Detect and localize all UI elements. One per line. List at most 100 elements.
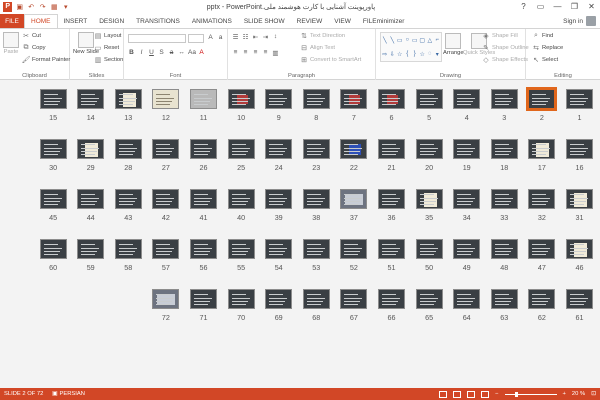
slide-thumbnail[interactable] xyxy=(490,139,518,159)
oval-shape-icon[interactable]: ○ xyxy=(405,37,409,43)
tab-review[interactable]: REVIEW xyxy=(291,14,329,28)
reset-button[interactable]: ▭ Reset xyxy=(94,44,119,52)
slide-thumbnail[interactable] xyxy=(378,139,405,159)
slide-thumbnail[interactable] xyxy=(453,139,481,159)
callout-shape-icon[interactable]: ◌ xyxy=(428,51,432,57)
format-painter-button[interactable]: 🖌 Format Painter xyxy=(22,56,71,64)
slide-thumbnail[interactable] xyxy=(490,189,518,209)
tab-animations[interactable]: ANIMATIONS xyxy=(186,14,238,28)
slide-thumbnail[interactable] xyxy=(77,189,105,209)
slide-thumbnail[interactable] xyxy=(453,289,481,309)
font-name-box[interactable] xyxy=(128,34,186,43)
arrow-shape-icon[interactable]: ⇩ xyxy=(390,51,395,58)
increase-indent-icon[interactable]: ⇥ xyxy=(262,33,269,41)
slide-thumbnail[interactable] xyxy=(190,189,217,209)
slide-thumbnail[interactable] xyxy=(526,87,558,111)
line-shape-icon[interactable]: ╲ xyxy=(383,37,387,44)
text-direction-button[interactable]: ⇅ Text Direction xyxy=(300,32,345,40)
shrink-font-icon[interactable]: a xyxy=(217,34,224,41)
language-indicator[interactable]: ▣ PERSIAN xyxy=(52,391,85,397)
slide-thumbnail[interactable] xyxy=(340,189,368,209)
slide-thumbnail[interactable] xyxy=(114,189,142,209)
close-button[interactable]: ✕ xyxy=(583,0,600,13)
find-button[interactable]: ⌕ Find xyxy=(532,32,553,40)
slide-thumbnail[interactable] xyxy=(77,89,105,109)
rectangle-shape-icon[interactable]: ▭ xyxy=(397,37,403,44)
slide-thumbnail[interactable] xyxy=(302,289,330,309)
slide-thumbnail[interactable] xyxy=(453,189,481,209)
slide-thumbnail[interactable] xyxy=(265,89,293,109)
brace-shape-icon[interactable]: { xyxy=(406,51,408,57)
slide-thumbnail[interactable] xyxy=(114,139,142,159)
replace-button[interactable]: ⇆ Replace xyxy=(532,44,563,52)
redo-icon[interactable]: ↷ xyxy=(38,2,47,11)
tab-file[interactable]: FILE xyxy=(0,14,24,28)
shadow-icon[interactable]: S xyxy=(158,49,165,56)
slide-thumbnail[interactable] xyxy=(340,89,368,109)
start-slideshow-icon[interactable]: ▦ xyxy=(50,2,59,11)
slide-thumbnail[interactable] xyxy=(114,89,142,109)
strikethrough-icon[interactable]: a xyxy=(168,49,175,56)
zoom-out-button[interactable]: − xyxy=(495,391,498,397)
slide-thumbnail[interactable] xyxy=(453,89,481,109)
justify-icon[interactable]: ≡ xyxy=(262,49,269,57)
shapes-gallery[interactable]: ╲ ╲ ▭ ○ ▭ ▢ △ ⌐ ⇨ ⇩ ☆{} ☆ ◌ ▾ xyxy=(380,32,442,62)
slide-thumbnail[interactable] xyxy=(77,139,105,159)
shape-outline-button[interactable]: ✎ Shape Outline xyxy=(482,44,529,52)
slide-thumbnail[interactable] xyxy=(566,139,593,159)
paste-button[interactable]: Paste xyxy=(3,32,19,55)
italic-icon[interactable]: I xyxy=(138,49,145,56)
align-right-icon[interactable]: ≡ xyxy=(252,49,259,57)
slide-thumbnail[interactable] xyxy=(378,239,405,259)
decrease-indent-icon[interactable]: ⇤ xyxy=(252,33,259,41)
slide-thumbnail[interactable] xyxy=(152,89,180,109)
slide-thumbnail[interactable] xyxy=(528,239,556,259)
change-case-icon[interactable]: Aa xyxy=(188,49,196,56)
layout-button[interactable]: ▤ Layout xyxy=(94,32,122,40)
slide-thumbnail[interactable] xyxy=(227,139,255,159)
shape-effects-button[interactable]: ◇ Shape Effects xyxy=(482,56,528,64)
copy-button[interactable]: ⧉ Copy xyxy=(22,44,46,52)
slide-thumbnail[interactable] xyxy=(415,139,443,159)
slide-thumbnail[interactable] xyxy=(152,289,180,309)
sign-in[interactable]: Sign in xyxy=(563,14,600,28)
slide-thumbnail[interactable] xyxy=(378,89,405,109)
slide-thumbnail[interactable] xyxy=(227,89,255,109)
slide-thumbnail[interactable] xyxy=(453,239,481,259)
tab-slide-show[interactable]: SLIDE SHOW xyxy=(238,14,291,28)
rectangle-shape-icon[interactable]: ▭ xyxy=(412,37,418,44)
slide-thumbnail[interactable] xyxy=(415,289,443,309)
char-spacing-icon[interactable]: ↔ xyxy=(178,49,185,56)
slide-thumbnail[interactable] xyxy=(227,239,255,259)
slide-thumbnail[interactable] xyxy=(190,239,217,259)
slide-thumbnail[interactable] xyxy=(340,239,368,259)
slide-thumbnail[interactable] xyxy=(566,89,593,109)
arrow-shape-icon[interactable]: ⌐ xyxy=(435,37,439,43)
star-shape-icon[interactable]: ☆ xyxy=(420,51,425,58)
slide-sorter[interactable]: 1 2 3 4 5 6 7 8 9 10 11 12 13 14 15 16 17 18 19 20 21 22 23 24 2… xyxy=(0,81,600,387)
slide-thumbnail[interactable] xyxy=(528,289,556,309)
slide-thumbnail[interactable] xyxy=(566,189,593,209)
slide-thumbnail[interactable] xyxy=(302,89,330,109)
convert-smartart-button[interactable]: ⊞ Convert to SmartArt xyxy=(300,56,361,64)
slide-thumbnail[interactable] xyxy=(77,239,105,259)
slide-thumbnail[interactable] xyxy=(265,189,293,209)
cut-button[interactable]: ✂ Cut xyxy=(22,32,41,40)
rounded-rect-shape-icon[interactable]: ▢ xyxy=(419,37,425,44)
zoom-slider[interactable] xyxy=(504,391,557,397)
brace-shape-icon[interactable]: } xyxy=(414,51,416,57)
slide-thumbnail[interactable] xyxy=(302,189,330,209)
slide-thumbnail[interactable] xyxy=(39,139,67,159)
font-color-icon[interactable]: A xyxy=(198,49,205,56)
tab-home[interactable]: HOME xyxy=(24,14,58,28)
arrange-button[interactable]: Arrange xyxy=(443,33,464,56)
minimize-button[interactable]: — xyxy=(549,0,566,13)
tab-design[interactable]: DESIGN xyxy=(93,14,130,28)
slide-thumbnail[interactable] xyxy=(39,89,67,109)
zoom-in-button[interactable]: + xyxy=(563,391,566,397)
triangle-shape-icon[interactable]: △ xyxy=(427,37,432,44)
line-shape-icon[interactable]: ╲ xyxy=(390,37,394,44)
undo-icon[interactable]: ↶ xyxy=(27,2,36,11)
slide-thumbnail[interactable] xyxy=(415,239,443,259)
slide-thumbnail[interactable] xyxy=(490,89,518,109)
